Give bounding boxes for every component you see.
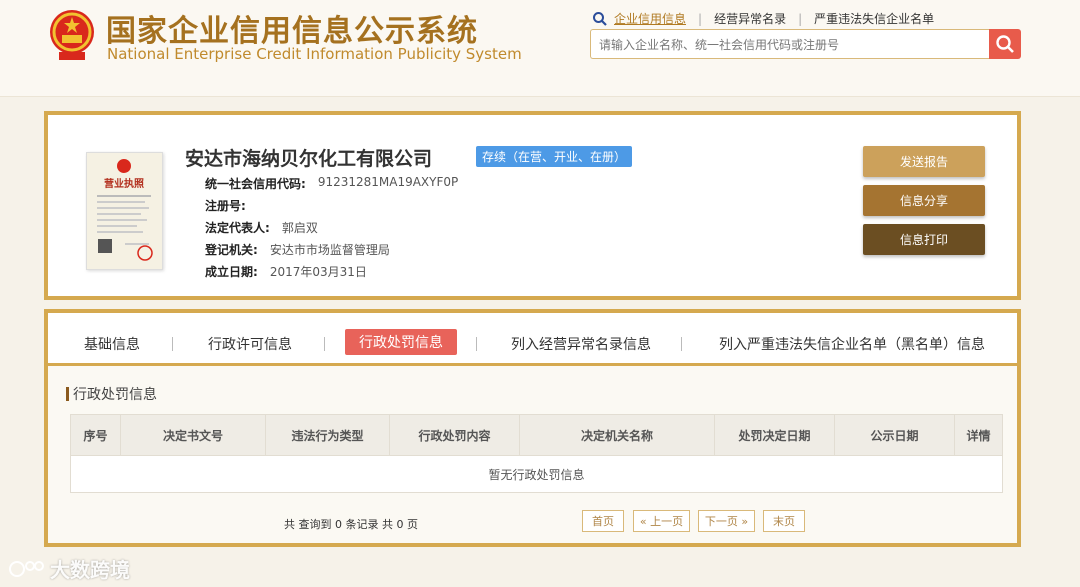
tab-admin-license[interactable]: 行政许可信息 — [208, 331, 292, 357]
svg-text:营业执照: 营业执照 — [104, 177, 144, 190]
company-card: 营业执照 安达市海纳贝尔化工有限公司 存续（在营、开业、在册） 统一社会信用代码… — [44, 111, 1021, 300]
field-label: 注册号: — [205, 199, 246, 213]
info-panel: 基础信息 行政许可信息 行政处罚信息 列入经营异常名录信息 列入严重违法失信企业… — [44, 309, 1021, 547]
section-title: 行政处罚信息 — [66, 384, 157, 404]
field-label: 登记机关: — [205, 243, 258, 257]
field-label: 成立日期: — [205, 265, 258, 279]
column-header: 违法行为类型 — [266, 415, 390, 455]
tab-abnormal-list[interactable]: 列入经营异常名录信息 — [511, 331, 651, 357]
tab-separator — [172, 337, 173, 351]
prev-page-button[interactable]: « 上一页 — [633, 510, 690, 532]
table-header: 序号 决定书文号 违法行为类型 行政处罚内容 决定机关名称 处罚决定日期 公示日… — [71, 415, 1002, 455]
next-page-button[interactable]: 下一页 » — [698, 510, 755, 532]
tab-separator — [476, 337, 477, 351]
last-page-button[interactable]: 末页 — [763, 510, 805, 532]
first-page-button[interactable]: 首页 — [582, 510, 624, 532]
site-header: 国家企业信用信息公示系统 National Enterprise Credit … — [0, 0, 1080, 97]
info-row-established-date: 成立日期: 2017年03月31日 — [205, 263, 367, 280]
column-header: 行政处罚内容 — [390, 415, 520, 455]
nav-separator: | — [698, 11, 703, 26]
field-label: 法定代表人: — [205, 221, 270, 235]
print-info-button[interactable]: 信息打印 — [863, 224, 985, 255]
column-header: 详情 — [966, 428, 991, 443]
watermark-text: 大数跨境 — [50, 558, 130, 582]
watermark: 大数跨境 — [8, 554, 130, 583]
info-row-credit-code: 统一社会信用代码: 91231281MA19AXYF0P — [205, 175, 458, 192]
info-row-registration-authority: 登记机关: 安达市市场监督管理局 — [205, 241, 390, 258]
site-subtitle: National Enterprise Credit Information P… — [107, 45, 522, 63]
field-value: 郭启双 — [281, 221, 318, 235]
company-name: 安达市海纳贝尔化工有限公司 — [185, 148, 433, 170]
nav-abnormal-operation[interactable]: 经营异常名录 — [714, 10, 786, 27]
column-header: 决定机关名称 — [520, 415, 715, 455]
site-title: 国家企业信用信息公示系统 — [106, 14, 478, 49]
search-input[interactable]: 请输入企业名称、统一社会信用代码或注册号 — [590, 29, 990, 59]
column-header: 决定书文号 — [121, 415, 266, 455]
tab-admin-penalty[interactable]: 行政处罚信息 — [345, 329, 457, 355]
tab-basic-info[interactable]: 基础信息 — [84, 331, 140, 357]
column-header: 序号 — [71, 415, 121, 455]
share-info-button[interactable]: 信息分享 — [863, 185, 985, 216]
business-license-image: 营业执照 — [86, 152, 163, 270]
info-row-legal-representative: 法定代表人: 郭启双 — [205, 219, 318, 236]
record-count: 共 查询到 0 条记录 共 0 页 — [284, 518, 418, 531]
send-report-button[interactable]: 发送报告 — [863, 146, 985, 177]
penalty-section: 行政处罚信息 序号 决定书文号 违法行为类型 行政处罚内容 决定机关名称 处罚决… — [48, 366, 1017, 543]
national-emblem-icon — [50, 10, 94, 60]
status-badge: 存续（在营、开业、在册） — [476, 146, 633, 167]
field-value: 安达市市场监督管理局 — [269, 243, 390, 257]
column-header: 公示日期 — [835, 415, 955, 455]
nav-enterprise-credit[interactable]: 企业信用信息 — [614, 10, 686, 27]
nav-separator: | — [798, 11, 803, 26]
penalty-table: 序号 决定书文号 违法行为类型 行政处罚内容 决定机关名称 处罚决定日期 公示日… — [70, 414, 1003, 493]
search-icon — [996, 35, 1014, 53]
magnifier-icon — [593, 11, 607, 26]
watermark-logo-icon — [9, 560, 44, 577]
top-nav: 企业信用信息 | 经营异常名录 | 严重违法失信企业名单 — [592, 10, 934, 27]
info-row-registration-number: 注册号: — [205, 197, 258, 214]
field-label: 统一社会信用代码: — [205, 177, 306, 191]
tab-separator — [681, 337, 682, 351]
field-value: 2017年03月31日 — [269, 265, 367, 279]
column-header: 处罚决定日期 — [715, 415, 835, 455]
empty-table-message: 暂无行政处罚信息 — [71, 455, 1002, 492]
nav-blacklist[interactable]: 严重违法失信企业名单 — [814, 10, 934, 27]
field-value: 91231281MA19AXYF0P — [317, 175, 459, 189]
tab-separator — [324, 337, 325, 351]
license-graphic: 营业执照 — [97, 159, 153, 261]
tab-blacklist[interactable]: 列入严重违法失信企业名单（黑名单）信息 — [719, 331, 985, 357]
search-button[interactable] — [989, 29, 1021, 59]
section-title-text: 行政处罚信息 — [73, 387, 157, 403]
tab-bar: 基础信息 行政许可信息 行政处罚信息 列入经营异常名录信息 列入严重违法失信企业… — [48, 313, 1017, 366]
section-title-bar — [66, 387, 69, 401]
